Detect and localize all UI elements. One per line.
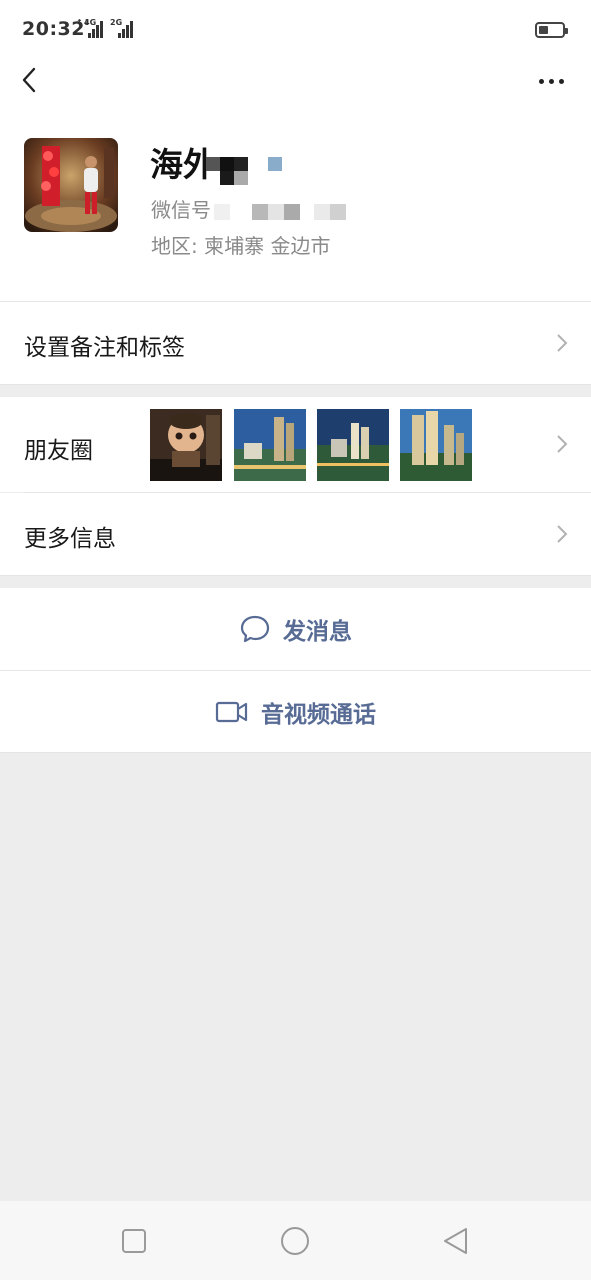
moments-thumbnail bbox=[150, 409, 222, 481]
home-icon[interactable] bbox=[280, 1226, 310, 1256]
video-call-label: 音视频通话 bbox=[261, 702, 376, 728]
region-value: 柬埔寨 金边市 bbox=[204, 234, 331, 258]
chevron-left-icon bbox=[22, 67, 36, 93]
back-button[interactable] bbox=[14, 62, 50, 98]
region-line: 地区: 柬埔寨 金边市 bbox=[151, 230, 330, 259]
top-nav bbox=[0, 60, 591, 100]
wechat-id-label: 微信号 bbox=[151, 198, 211, 222]
region-label: 地区: bbox=[151, 234, 198, 258]
avatar[interactable] bbox=[24, 138, 118, 232]
video-call-button[interactable]: 音视频通话 bbox=[0, 671, 591, 753]
back-triangle-icon[interactable] bbox=[442, 1227, 470, 1255]
redaction-mosaic bbox=[206, 157, 296, 191]
recent-apps-icon[interactable] bbox=[121, 1228, 147, 1254]
chat-bubble-icon bbox=[240, 615, 270, 643]
battery-fill bbox=[539, 26, 548, 34]
more-button[interactable] bbox=[531, 68, 571, 92]
signal-2g-icon: 2G bbox=[110, 18, 134, 38]
battery-icon bbox=[535, 22, 568, 38]
moments-thumbnail bbox=[317, 409, 389, 481]
moments-label: 朋友圈 bbox=[24, 438, 93, 464]
chevron-right-icon bbox=[557, 334, 568, 352]
more-dots-icon bbox=[539, 79, 544, 84]
signal-4g-icon: 4G ↑↓ bbox=[76, 18, 104, 38]
send-message-label: 发消息 bbox=[283, 619, 352, 645]
moments-row[interactable]: 朋友圈 bbox=[0, 397, 591, 492]
video-camera-icon bbox=[215, 701, 248, 723]
status-bar: 20:32 4G ↑↓ 2G bbox=[0, 0, 591, 60]
wechat-id-redaction bbox=[214, 204, 350, 220]
remark-tags-row[interactable]: 设置备注和标签 bbox=[0, 302, 591, 384]
system-nav-bar bbox=[0, 1201, 591, 1280]
remark-tags-label: 设置备注和标签 bbox=[24, 335, 185, 361]
more-info-label: 更多信息 bbox=[24, 526, 116, 552]
more-info-row[interactable]: 更多信息 bbox=[0, 493, 591, 575]
chevron-right-icon bbox=[557, 435, 568, 453]
chevron-right-icon bbox=[557, 525, 568, 543]
send-message-button[interactable]: 发消息 bbox=[0, 588, 591, 670]
moments-thumbnail bbox=[234, 409, 306, 481]
avatar-image bbox=[24, 138, 118, 232]
profile-header: 海外 微信号 地区: 柬埔寨 金边市 bbox=[0, 100, 591, 301]
moments-thumbnail bbox=[400, 409, 472, 481]
